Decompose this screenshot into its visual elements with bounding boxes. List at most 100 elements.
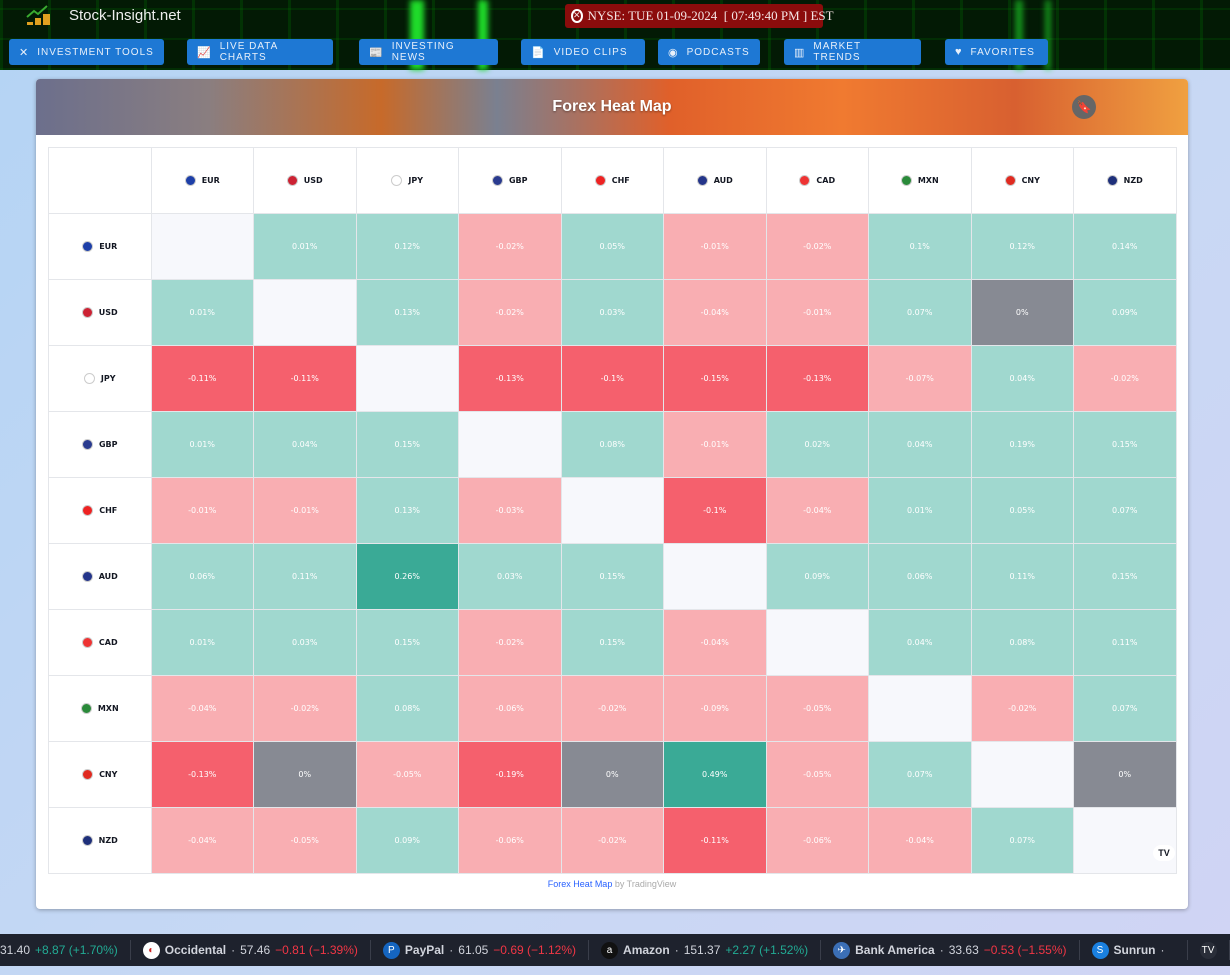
stock-ticker[interactable]: 31.40 +8.87 (+1.70%) ◐ Occidental · 57.46 −0.… [0, 934, 1230, 966]
heatmap-cell-cad-chf[interactable]: 0.15% [560, 609, 664, 676]
nav-investing-news-button[interactable]: 📰 INVESTING NEWS [359, 39, 498, 65]
heatmap-cell-eur-nzd[interactable]: 0.14% [1073, 213, 1177, 280]
heatmap-cell-eur-chf[interactable]: 0.05% [560, 213, 664, 280]
heatmap-cell-eur-mxn[interactable]: 0.1% [868, 213, 972, 280]
heatmap-cell-gbp-nzd[interactable]: 0.15% [1073, 411, 1177, 478]
heatmap-cell-mxn-gbp[interactable]: -0.06% [458, 675, 562, 742]
heatmap-cell-cny-usd[interactable]: 0% [253, 741, 357, 808]
heatmap-cell-eur-aud[interactable]: -0.01% [663, 213, 767, 280]
heatmap-cell-jpy-jpy[interactable] [355, 345, 459, 412]
heatmap-cell-aud-mxn[interactable]: 0.06% [868, 543, 972, 610]
heatmap-cell-usd-gbp[interactable]: -0.02% [458, 279, 562, 346]
heatmap-cell-cny-aud[interactable]: 0.49% [663, 741, 767, 808]
ticker-item[interactable]: S Sunrun · [1080, 940, 1188, 960]
ticker-item[interactable]: ✈ Bank America · 33.63 −0.53 (−1.55%) [821, 940, 1080, 960]
nav-investment-tools-button[interactable]: ✕ INVESTMENT TOOLS [9, 39, 164, 65]
heatmap-cell-mxn-usd[interactable]: -0.02% [253, 675, 357, 742]
nav-live-data-charts-button[interactable]: 📈 LIVE DATA CHARTS [187, 39, 333, 65]
heatmap-cell-cad-cad[interactable] [765, 609, 869, 676]
heatmap-cell-usd-jpy[interactable]: 0.13% [355, 279, 459, 346]
heatmap-cell-nzd-gbp[interactable]: -0.06% [458, 807, 562, 874]
heatmap-cell-mxn-nzd[interactable]: 0.07% [1073, 675, 1177, 742]
heatmap-cell-aud-eur[interactable]: 0.06% [150, 543, 254, 610]
heatmap-cell-nzd-jpy[interactable]: 0.09% [355, 807, 459, 874]
heatmap-cell-cny-eur[interactable]: -0.13% [150, 741, 254, 808]
heatmap-cell-usd-cny[interactable]: 0% [970, 279, 1074, 346]
heatmap-cell-usd-eur[interactable]: 0.01% [150, 279, 254, 346]
site-name[interactable]: Stock-Insight.net [69, 7, 181, 24]
heatmap-cell-mxn-jpy[interactable]: 0.08% [355, 675, 459, 742]
ticker-item[interactable]: a Amazon · 151.37 +2.27 (+1.52%) [589, 940, 822, 960]
heatmap-cell-cny-jpy[interactable]: -0.05% [355, 741, 459, 808]
heatmap-cell-aud-aud[interactable] [663, 543, 767, 610]
heatmap-cell-mxn-cny[interactable]: -0.02% [970, 675, 1074, 742]
heatmap-cell-gbp-jpy[interactable]: 0.15% [355, 411, 459, 478]
heatmap-cell-aud-cad[interactable]: 0.09% [765, 543, 869, 610]
heatmap-cell-jpy-aud[interactable]: -0.15% [663, 345, 767, 412]
heatmap-cell-gbp-chf[interactable]: 0.08% [560, 411, 664, 478]
heatmap-cell-chf-gbp[interactable]: -0.03% [458, 477, 562, 544]
heatmap-cell-gbp-cad[interactable]: 0.02% [765, 411, 869, 478]
heatmap-cell-gbp-eur[interactable]: 0.01% [150, 411, 254, 478]
heatmap-cell-cad-gbp[interactable]: -0.02% [458, 609, 562, 676]
heatmap-cell-chf-nzd[interactable]: 0.07% [1073, 477, 1177, 544]
heatmap-cell-gbp-gbp[interactable] [458, 411, 562, 478]
logo-icon[interactable] [26, 4, 52, 26]
tradingview-ticker-logo[interactable]: TV [1188, 940, 1230, 960]
heatmap-cell-cad-mxn[interactable]: 0.04% [868, 609, 972, 676]
heatmap-cell-nzd-nzd[interactable] [1073, 807, 1177, 874]
heatmap-cell-gbp-aud[interactable]: -0.01% [663, 411, 767, 478]
heatmap-cell-chf-cad[interactable]: -0.04% [765, 477, 869, 544]
heatmap-cell-mxn-chf[interactable]: -0.02% [560, 675, 664, 742]
heatmap-cell-usd-mxn[interactable]: 0.07% [868, 279, 972, 346]
heatmap-cell-jpy-nzd[interactable]: -0.02% [1073, 345, 1177, 412]
heatmap-cell-nzd-eur[interactable]: -0.04% [150, 807, 254, 874]
heatmap-cell-chf-cny[interactable]: 0.05% [970, 477, 1074, 544]
heatmap-cell-cny-chf[interactable]: 0% [560, 741, 664, 808]
heatmap-cell-gbp-mxn[interactable]: 0.04% [868, 411, 972, 478]
heatmap-cell-nzd-aud[interactable]: -0.11% [663, 807, 767, 874]
heatmap-cell-eur-eur[interactable] [150, 213, 254, 280]
heatmap-cell-aud-jpy[interactable]: 0.26% [355, 543, 459, 610]
heatmap-cell-aud-gbp[interactable]: 0.03% [458, 543, 562, 610]
heatmap-cell-aud-usd[interactable]: 0.11% [253, 543, 357, 610]
heatmap-cell-eur-cny[interactable]: 0.12% [970, 213, 1074, 280]
heatmap-cell-jpy-cad[interactable]: -0.13% [765, 345, 869, 412]
heatmap-cell-eur-cad[interactable]: -0.02% [765, 213, 869, 280]
credit-link[interactable]: Forex Heat Map [548, 879, 613, 889]
heatmap-cell-aud-nzd[interactable]: 0.15% [1073, 543, 1177, 610]
heatmap-cell-nzd-usd[interactable]: -0.05% [253, 807, 357, 874]
nav-favorites-button[interactable]: ♥ FAVORITES [945, 39, 1048, 65]
heatmap-cell-chf-mxn[interactable]: 0.01% [868, 477, 972, 544]
heatmap-cell-cad-eur[interactable]: 0.01% [150, 609, 254, 676]
heatmap-cell-chf-eur[interactable]: -0.01% [150, 477, 254, 544]
heatmap-cell-jpy-usd[interactable]: -0.11% [253, 345, 357, 412]
heatmap-cell-jpy-chf[interactable]: -0.1% [560, 345, 664, 412]
heatmap-cell-mxn-eur[interactable]: -0.04% [150, 675, 254, 742]
heatmap-cell-eur-jpy[interactable]: 0.12% [355, 213, 459, 280]
heatmap-cell-jpy-eur[interactable]: -0.11% [150, 345, 254, 412]
heatmap-cell-aud-cny[interactable]: 0.11% [970, 543, 1074, 610]
heatmap-cell-cad-nzd[interactable]: 0.11% [1073, 609, 1177, 676]
heatmap-cell-cad-aud[interactable]: -0.04% [663, 609, 767, 676]
heatmap-cell-mxn-cad[interactable]: -0.05% [765, 675, 869, 742]
heatmap-cell-nzd-chf[interactable]: -0.02% [560, 807, 664, 874]
nav-market-trends-button[interactable]: ▥ MARKET TRENDS [784, 39, 921, 65]
nav-podcasts-button[interactable]: ◉ PODCASTS [658, 39, 760, 65]
ticker-item[interactable]: 31.40 +8.87 (+1.70%) [0, 940, 131, 960]
heatmap-cell-gbp-cny[interactable]: 0.19% [970, 411, 1074, 478]
heatmap-cell-eur-gbp[interactable]: -0.02% [458, 213, 562, 280]
heatmap-cell-cad-cny[interactable]: 0.08% [970, 609, 1074, 676]
heatmap-cell-chf-chf[interactable] [560, 477, 664, 544]
heatmap-cell-cny-mxn[interactable]: 0.07% [868, 741, 972, 808]
heatmap-cell-mxn-mxn[interactable] [868, 675, 972, 742]
heatmap-cell-gbp-usd[interactable]: 0.04% [253, 411, 357, 478]
heatmap-cell-cny-gbp[interactable]: -0.19% [458, 741, 562, 808]
heatmap-cell-nzd-mxn[interactable]: -0.04% [868, 807, 972, 874]
heatmap-cell-cny-cny[interactable] [970, 741, 1074, 808]
heatmap-cell-cad-jpy[interactable]: 0.15% [355, 609, 459, 676]
ticker-item[interactable]: ◐ Occidental · 57.46 −0.81 (−1.39%) [131, 940, 371, 960]
heatmap-cell-usd-chf[interactable]: 0.03% [560, 279, 664, 346]
heatmap-cell-cny-cad[interactable]: -0.05% [765, 741, 869, 808]
heatmap-cell-chf-jpy[interactable]: 0.13% [355, 477, 459, 544]
